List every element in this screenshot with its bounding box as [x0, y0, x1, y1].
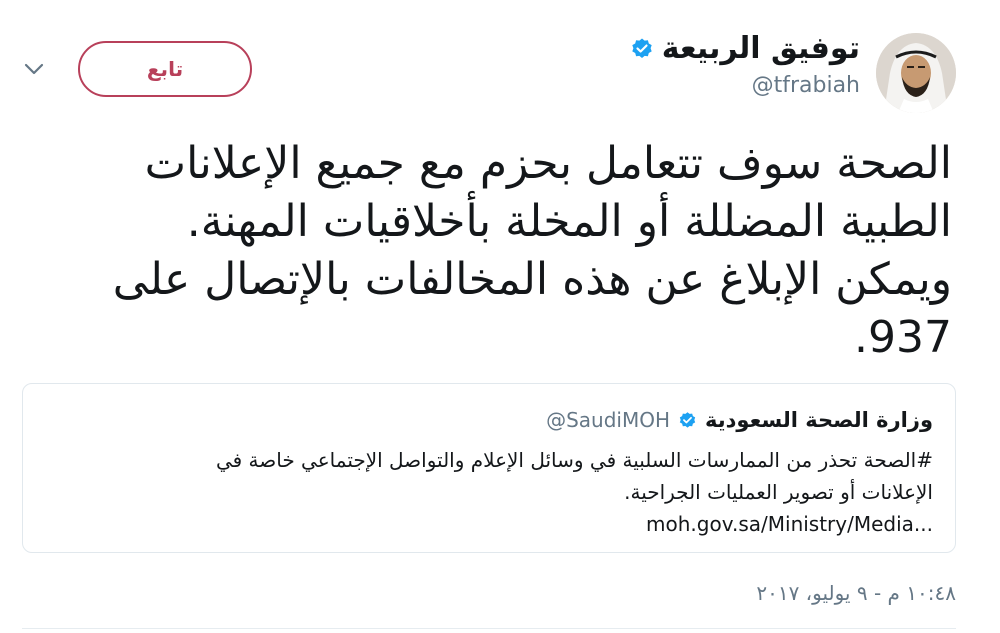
- tweet-line: الصحة سوف تتعامل بحزم مع جميع الإعلانات: [144, 138, 952, 189]
- verified-badge-icon: [678, 411, 697, 430]
- tweet-line: ويمكن الإبلاغ عن هذه المخالفات بالإتصال …: [112, 254, 952, 305]
- author-name-row: توفيق الربيعة: [630, 30, 860, 68]
- quoted-author-name: وزارة الصحة السعودية: [705, 408, 933, 432]
- quoted-tweet-link[interactable]: moh.gov.sa/Ministry/Media...: [53, 508, 933, 540]
- quoted-tweet-line: الإعلانات أو تصوير العمليات الجراحية.: [624, 480, 933, 504]
- tweet-timestamp[interactable]: ١٠:٤٨ م - ٩ يوليو، ٢٠١٧: [756, 581, 956, 605]
- tweet-card: توفيق الربيعة @tfrabiah تابع الصحة سوف ت…: [0, 0, 1000, 633]
- quoted-author-handle: @SaudiMOH: [546, 408, 671, 432]
- tweet-text: الصحة سوف تتعامل بحزم مع جميع الإعلانات …: [72, 135, 952, 367]
- chevron-down-icon[interactable]: [22, 60, 46, 78]
- quoted-tweet-header: وزارة الصحة السعودية @SaudiMOH: [546, 408, 933, 432]
- quoted-tweet-card[interactable]: وزارة الصحة السعودية @SaudiMOH #الصحة تح…: [22, 383, 956, 553]
- tweet-line: .937: [854, 312, 952, 363]
- quoted-tweet-line: #الصحة تحذر من الممارسات السلبية في وسائ…: [215, 448, 933, 472]
- quoted-tweet-text: #الصحة تحذر من الممارسات السلبية في وسائ…: [53, 444, 933, 540]
- author-block: توفيق الربيعة @tfrabiah: [630, 30, 860, 100]
- follow-button[interactable]: تابع: [78, 41, 252, 97]
- tweet-line: الطبية المضللة أو المخلة بأخلاقيات المهن…: [186, 196, 952, 247]
- author-handle[interactable]: @tfrabiah: [630, 72, 860, 100]
- avatar[interactable]: [876, 33, 956, 113]
- verified-badge-icon: [630, 37, 654, 61]
- divider: [22, 628, 956, 629]
- author-name[interactable]: توفيق الربيعة: [662, 30, 860, 68]
- avatar-image: [876, 33, 956, 113]
